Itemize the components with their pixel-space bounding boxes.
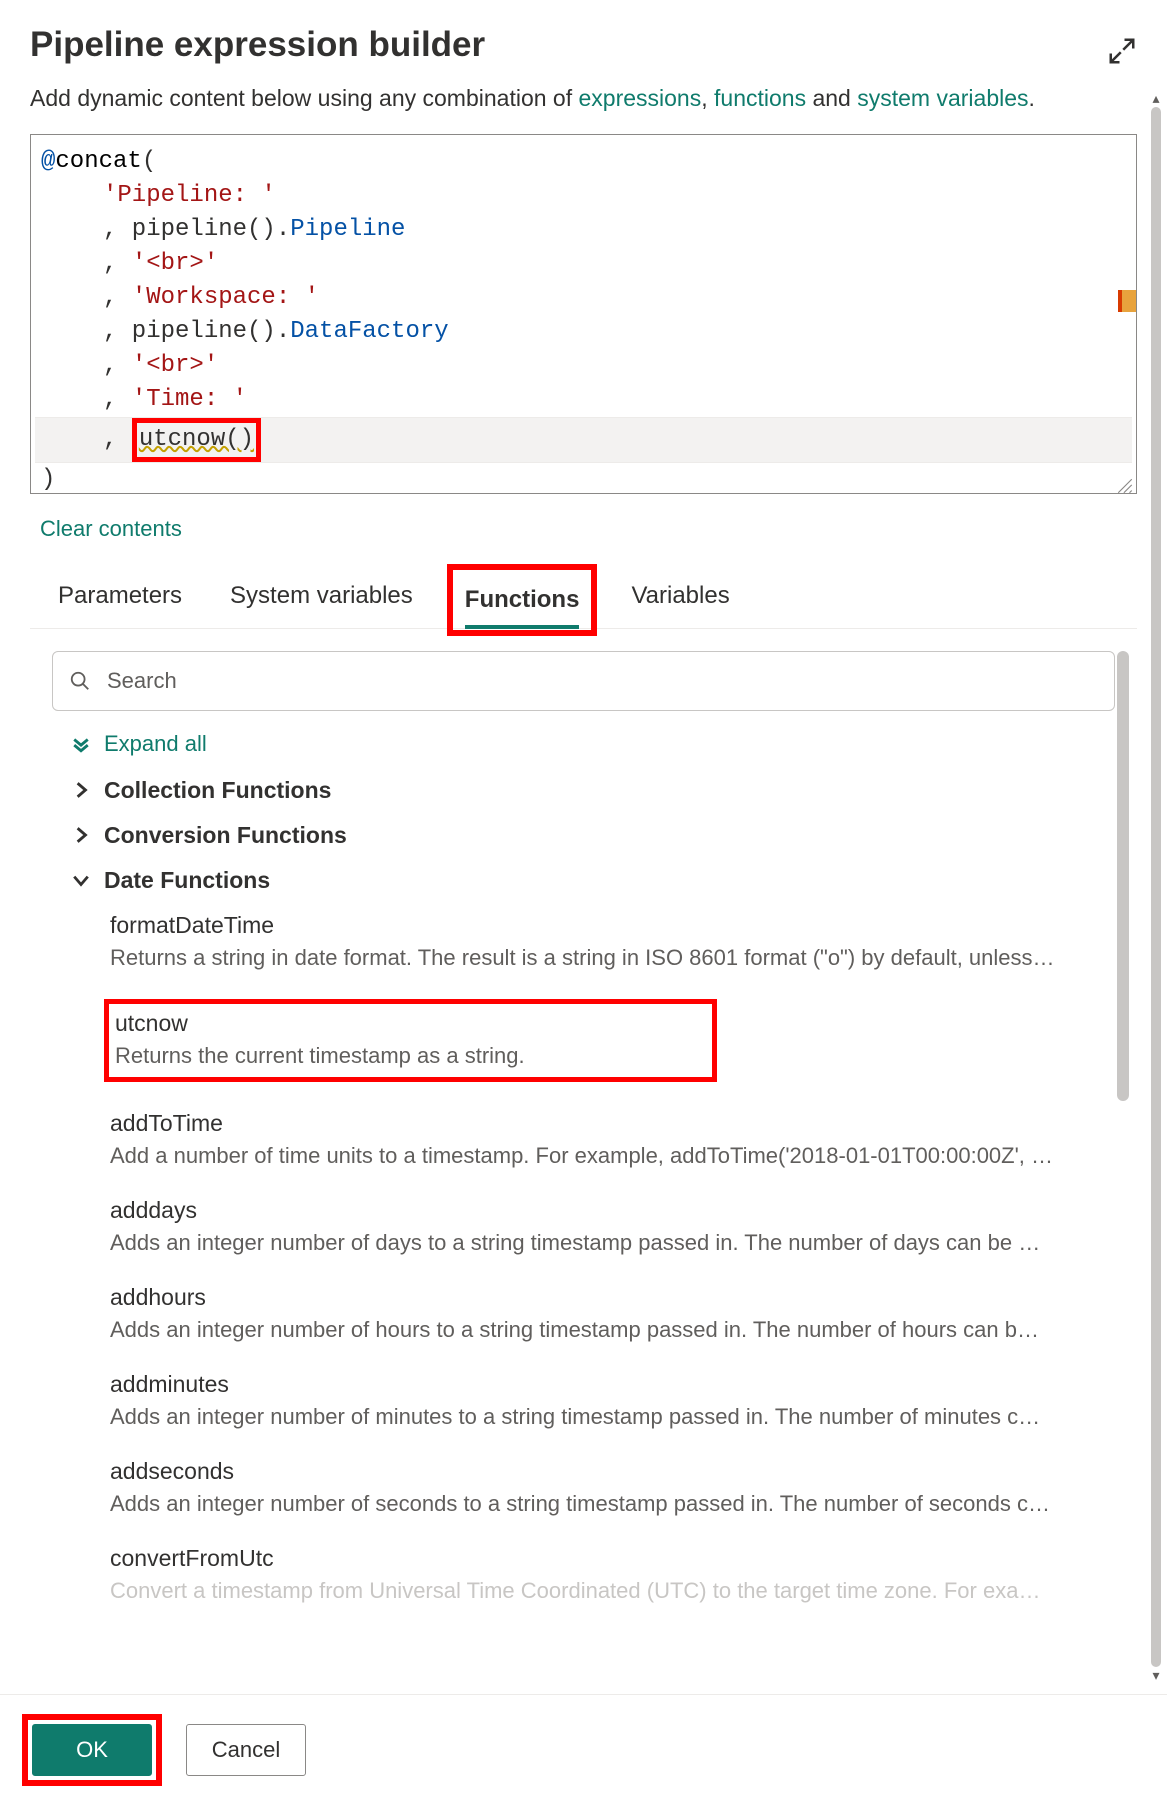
clear-contents-link[interactable]: Clear contents — [40, 516, 1137, 542]
function-item-utcnow[interactable]: utcnow Returns the current timestamp as … — [104, 999, 717, 1082]
ok-button[interactable]: OK — [32, 1724, 152, 1776]
panel-scrollbar[interactable]: ▴ ▾ — [1149, 90, 1163, 1684]
page-title: Pipeline expression builder — [30, 25, 485, 65]
link-functions[interactable]: functions — [714, 85, 806, 111]
function-list-scrollbar[interactable] — [1117, 651, 1129, 1101]
expand-all-button[interactable]: Expand all — [72, 731, 1137, 757]
footer: OK Cancel — [0, 1694, 1167, 1804]
function-item-addminutes[interactable]: addminutes Adds an integer number of min… — [110, 1371, 1097, 1430]
subtitle: Add dynamic content below using any comb… — [30, 81, 1137, 116]
search-input-wrapper[interactable] — [52, 651, 1115, 711]
category-collection-functions[interactable]: Collection Functions — [72, 777, 1137, 804]
scroll-down-icon[interactable]: ▾ — [1152, 1667, 1159, 1684]
expression-editor[interactable]: @concat( 'Pipeline: ' , pipeline().Pipel… — [30, 134, 1137, 494]
function-item-convertFromUtc[interactable]: convertFromUtc Convert a timestamp from … — [110, 1545, 1097, 1604]
tab-bar: Parameters System variables Functions Va… — [30, 572, 1137, 629]
tab-parameters[interactable]: Parameters — [58, 572, 182, 628]
search-icon — [69, 670, 91, 692]
scroll-up-icon[interactable]: ▴ — [1152, 90, 1159, 107]
search-input[interactable] — [105, 667, 1098, 695]
link-system-variables[interactable]: system variables — [857, 85, 1028, 111]
utcnow-token: utcnow() — [139, 426, 254, 453]
tab-variables[interactable]: Variables — [631, 572, 729, 628]
function-item-adddays[interactable]: adddays Adds an integer number of days t… — [110, 1197, 1097, 1256]
cancel-button[interactable]: Cancel — [186, 1724, 306, 1776]
function-item-addToTime[interactable]: addToTime Add a number of time units to … — [110, 1110, 1097, 1169]
link-expressions[interactable]: expressions — [579, 85, 702, 111]
category-date-functions[interactable]: Date Functions — [72, 867, 1137, 894]
function-item-formatDateTime[interactable]: formatDateTime Returns a string in date … — [110, 912, 1097, 971]
function-item-addhours[interactable]: addhours Adds an integer number of hours… — [110, 1284, 1097, 1343]
editor-warning-marker[interactable] — [1118, 290, 1136, 312]
expand-panel-icon[interactable] — [1107, 36, 1137, 71]
function-item-addseconds[interactable]: addseconds Adds an integer number of sec… — [110, 1458, 1097, 1517]
chevron-right-icon — [72, 826, 90, 844]
editor-resize-handle[interactable] — [1116, 473, 1134, 491]
chevron-right-icon — [72, 781, 90, 799]
tab-system-variables[interactable]: System variables — [230, 572, 413, 628]
tab-functions[interactable]: Functions — [465, 576, 580, 628]
category-conversion-functions[interactable]: Conversion Functions — [72, 822, 1137, 849]
chevron-down-icon — [72, 871, 90, 889]
